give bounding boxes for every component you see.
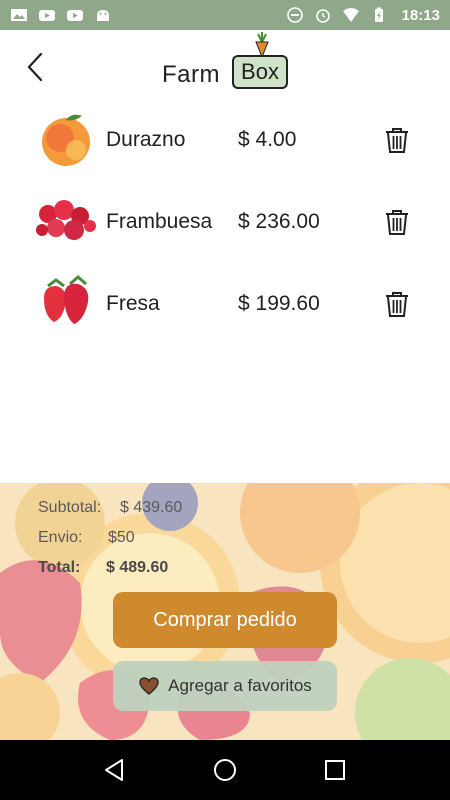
product-row: Fresa $ 199.60 (0, 264, 450, 346)
envio-value: $50 (108, 529, 135, 546)
do-not-disturb-icon (286, 7, 303, 23)
product-name: Fresa (106, 292, 160, 315)
trash-icon[interactable] (384, 290, 410, 318)
add-to-favorites-button[interactable]: Agregar a favoritos (113, 661, 337, 711)
favorites-label: Agregar a favoritos (168, 676, 312, 695)
heart-icon (139, 677, 159, 695)
battery-icon (374, 7, 383, 22)
product-row: Durazno $ 4.00 (0, 100, 450, 182)
product-name: Durazno (106, 128, 186, 151)
trash-icon[interactable] (384, 126, 410, 154)
buy-order-button[interactable]: Comprar pedido (113, 592, 337, 648)
total-label: Total: (38, 559, 81, 576)
product-row: Frambuesa $ 236.00 (0, 182, 450, 264)
wifi-icon (342, 8, 359, 22)
status-left-icons (10, 7, 112, 23)
envio-label: Envio: (38, 529, 83, 546)
back-arrow-icon[interactable] (22, 50, 52, 84)
product-name: Frambuesa (106, 210, 213, 233)
youtube-icon (39, 10, 55, 21)
product-price: $ 199.60 (238, 292, 320, 315)
nav-back-icon[interactable] (100, 755, 130, 785)
subtotal-label: Subtotal: (38, 499, 102, 516)
status-bar: 18:13 (0, 0, 450, 30)
logo-box-text: Box (232, 55, 288, 89)
subtotal-value: $ 439.60 (120, 499, 183, 516)
nav-home-icon[interactable] (210, 755, 240, 785)
product-price: $ 4.00 (238, 128, 297, 151)
product-price: $ 236.00 (238, 210, 320, 233)
status-right-icons: 18:13 (286, 7, 440, 24)
farmbox-logo: Farm Box (160, 30, 300, 100)
trash-icon[interactable] (384, 208, 410, 236)
youtube-icon (67, 10, 83, 21)
navigation-bar (0, 740, 450, 800)
nav-recents-icon[interactable] (320, 755, 350, 785)
strawberry-image (44, 275, 89, 324)
peach-image (42, 114, 90, 166)
logo-farm-text: Farm (162, 61, 220, 88)
order-summary-panel: Subtotal: $ 439.60 Envio: $50 Total: $ 4… (0, 483, 450, 740)
status-time: 18:13 (401, 6, 440, 24)
header: Farm Box (0, 30, 450, 106)
android-icon (97, 10, 109, 21)
carrot-icon (255, 32, 269, 58)
image-icon (11, 9, 27, 21)
raspberry-image (36, 200, 96, 240)
cart-product-list: Durazno $ 4.00 Frambuesa $ 236.00 Fresa … (0, 100, 450, 346)
alarm-icon (315, 9, 330, 23)
total-value: $ 489.60 (106, 559, 169, 576)
